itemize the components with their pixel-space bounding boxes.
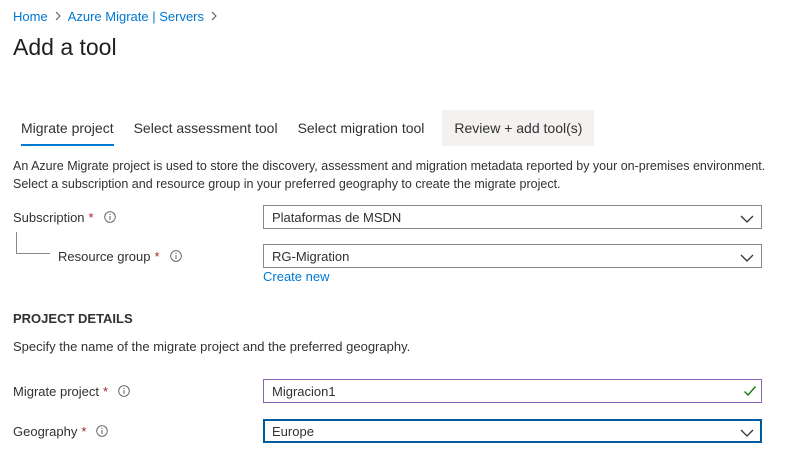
resource-group-label: Resource group [58, 248, 151, 264]
project-details-description: Specify the name of the migrate project … [13, 339, 411, 354]
chevron-down-icon [740, 212, 754, 227]
breadcrumb-servers-link[interactable]: Azure Migrate | Servers [68, 9, 204, 24]
chevron-right-icon [210, 11, 218, 21]
geography-value: Europe [272, 423, 314, 439]
geography-dropdown[interactable]: Europe [263, 419, 762, 443]
info-icon[interactable] [118, 385, 130, 397]
wizard-tabs: Migrate project Select assessment tool S… [13, 110, 595, 146]
breadcrumb: Home Azure Migrate | Servers [13, 7, 224, 25]
required-asterisk: * [102, 383, 109, 399]
geography-label-group: Geography * [13, 421, 109, 441]
create-new-link[interactable]: Create new [263, 269, 329, 284]
geography-label: Geography [13, 423, 78, 439]
tab-migrate-project[interactable]: Migrate project [13, 110, 126, 146]
info-icon[interactable] [103, 211, 116, 223]
migrate-project-label-group: Migrate project * [13, 381, 130, 401]
subscription-dropdown[interactable]: Plataformas de MSDN [263, 205, 762, 229]
chevron-right-icon [54, 11, 62, 21]
intro-description: An Azure Migrate project is used to stor… [13, 159, 766, 191]
subscription-label-group: Subscription * [13, 207, 116, 227]
tree-connector [16, 232, 50, 254]
add-tool-page: Home Azure Migrate | Servers Add a tool … [0, 0, 806, 474]
resource-group-value: RG-Migration [272, 248, 350, 264]
required-asterisk: * [154, 248, 160, 264]
info-icon[interactable] [96, 425, 109, 437]
resource-group-dropdown[interactable]: RG-Migration [263, 244, 762, 268]
tab-select-migration-tool[interactable]: Select migration tool [290, 110, 437, 146]
tab-select-assessment-tool[interactable]: Select assessment tool [126, 110, 290, 146]
checkmark-icon [743, 385, 757, 400]
migrate-project-label: Migrate project [13, 383, 99, 399]
breadcrumb-home-link[interactable]: Home [13, 9, 48, 24]
resource-group-label-group: Resource group * [58, 246, 182, 266]
project-details-heading: PROJECT DETAILS [13, 311, 133, 326]
subscription-value: Plataformas de MSDN [272, 209, 402, 225]
migrate-project-value: Migracion1 [272, 383, 336, 399]
chevron-down-icon [740, 426, 754, 441]
tab-review-add-tools[interactable]: Review + add tool(s) [442, 110, 595, 146]
info-icon[interactable] [169, 250, 182, 262]
page-title: Add a tool [13, 34, 117, 60]
required-asterisk: * [88, 209, 94, 225]
required-asterisk: * [81, 423, 87, 439]
subscription-label: Subscription [13, 209, 85, 225]
migrate-project-input[interactable]: Migracion1 [263, 379, 762, 403]
chevron-down-icon [740, 251, 754, 266]
